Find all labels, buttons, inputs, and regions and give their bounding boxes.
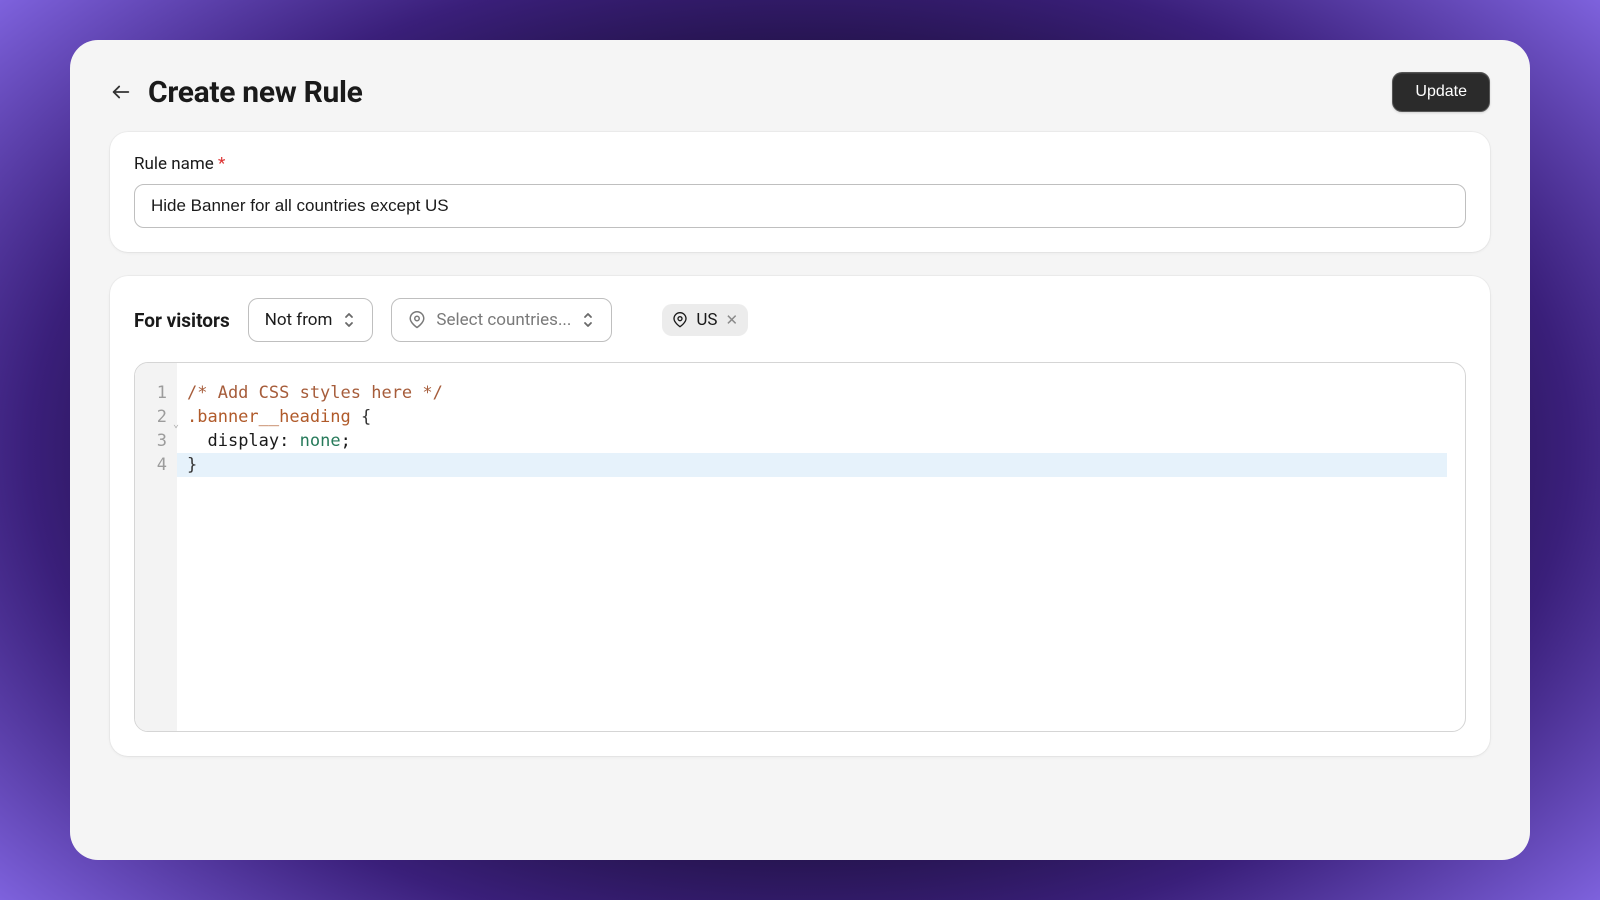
code-line[interactable]: .banner__heading { [187,405,1465,429]
visitors-card: For visitors Not from Sel [110,276,1490,756]
map-pin-icon [672,312,688,328]
rule-name-label: Rule name * [134,154,1466,174]
editor-code-area[interactable]: /* Add CSS styles here */.banner__headin… [177,363,1465,731]
chevrons-icon [342,311,356,329]
country-select[interactable]: Select countries... [391,298,612,342]
page-header: Create new Rule Update [70,40,1530,132]
css-editor[interactable]: 12⌄34 /* Add CSS styles here */.banner__… [134,362,1466,732]
main-panel: Create new Rule Update Rule name * For v… [70,40,1530,860]
line-number: 1 [135,381,177,405]
code-line[interactable]: /* Add CSS styles here */ [187,381,1465,405]
visitor-mode-value: Not from [265,310,333,330]
rule-name-label-text: Rule name [134,154,214,174]
country-select-placeholder: Select countries... [436,310,571,330]
rule-name-card: Rule name * [110,132,1490,252]
line-number: 3 [135,429,177,453]
map-pin-icon [408,311,426,329]
country-chip: US ✕ [662,304,748,336]
for-visitors-label: For visitors [134,309,230,332]
rule-name-input[interactable] [134,184,1466,228]
page-title: Create new Rule [148,75,363,110]
update-button[interactable]: Update [1392,72,1490,112]
country-chip-label: US [696,310,717,330]
line-number: 2⌄ [135,405,177,429]
required-asterisk: * [218,154,225,174]
chip-remove-icon[interactable]: ✕ [726,313,739,328]
chevrons-icon [581,311,595,329]
code-line[interactable]: display: none; [187,429,1465,453]
line-number: 4 [135,453,177,477]
back-arrow-icon[interactable] [110,81,132,103]
editor-gutter: 12⌄34 [135,363,177,731]
visitor-mode-select[interactable]: Not from [248,298,374,342]
